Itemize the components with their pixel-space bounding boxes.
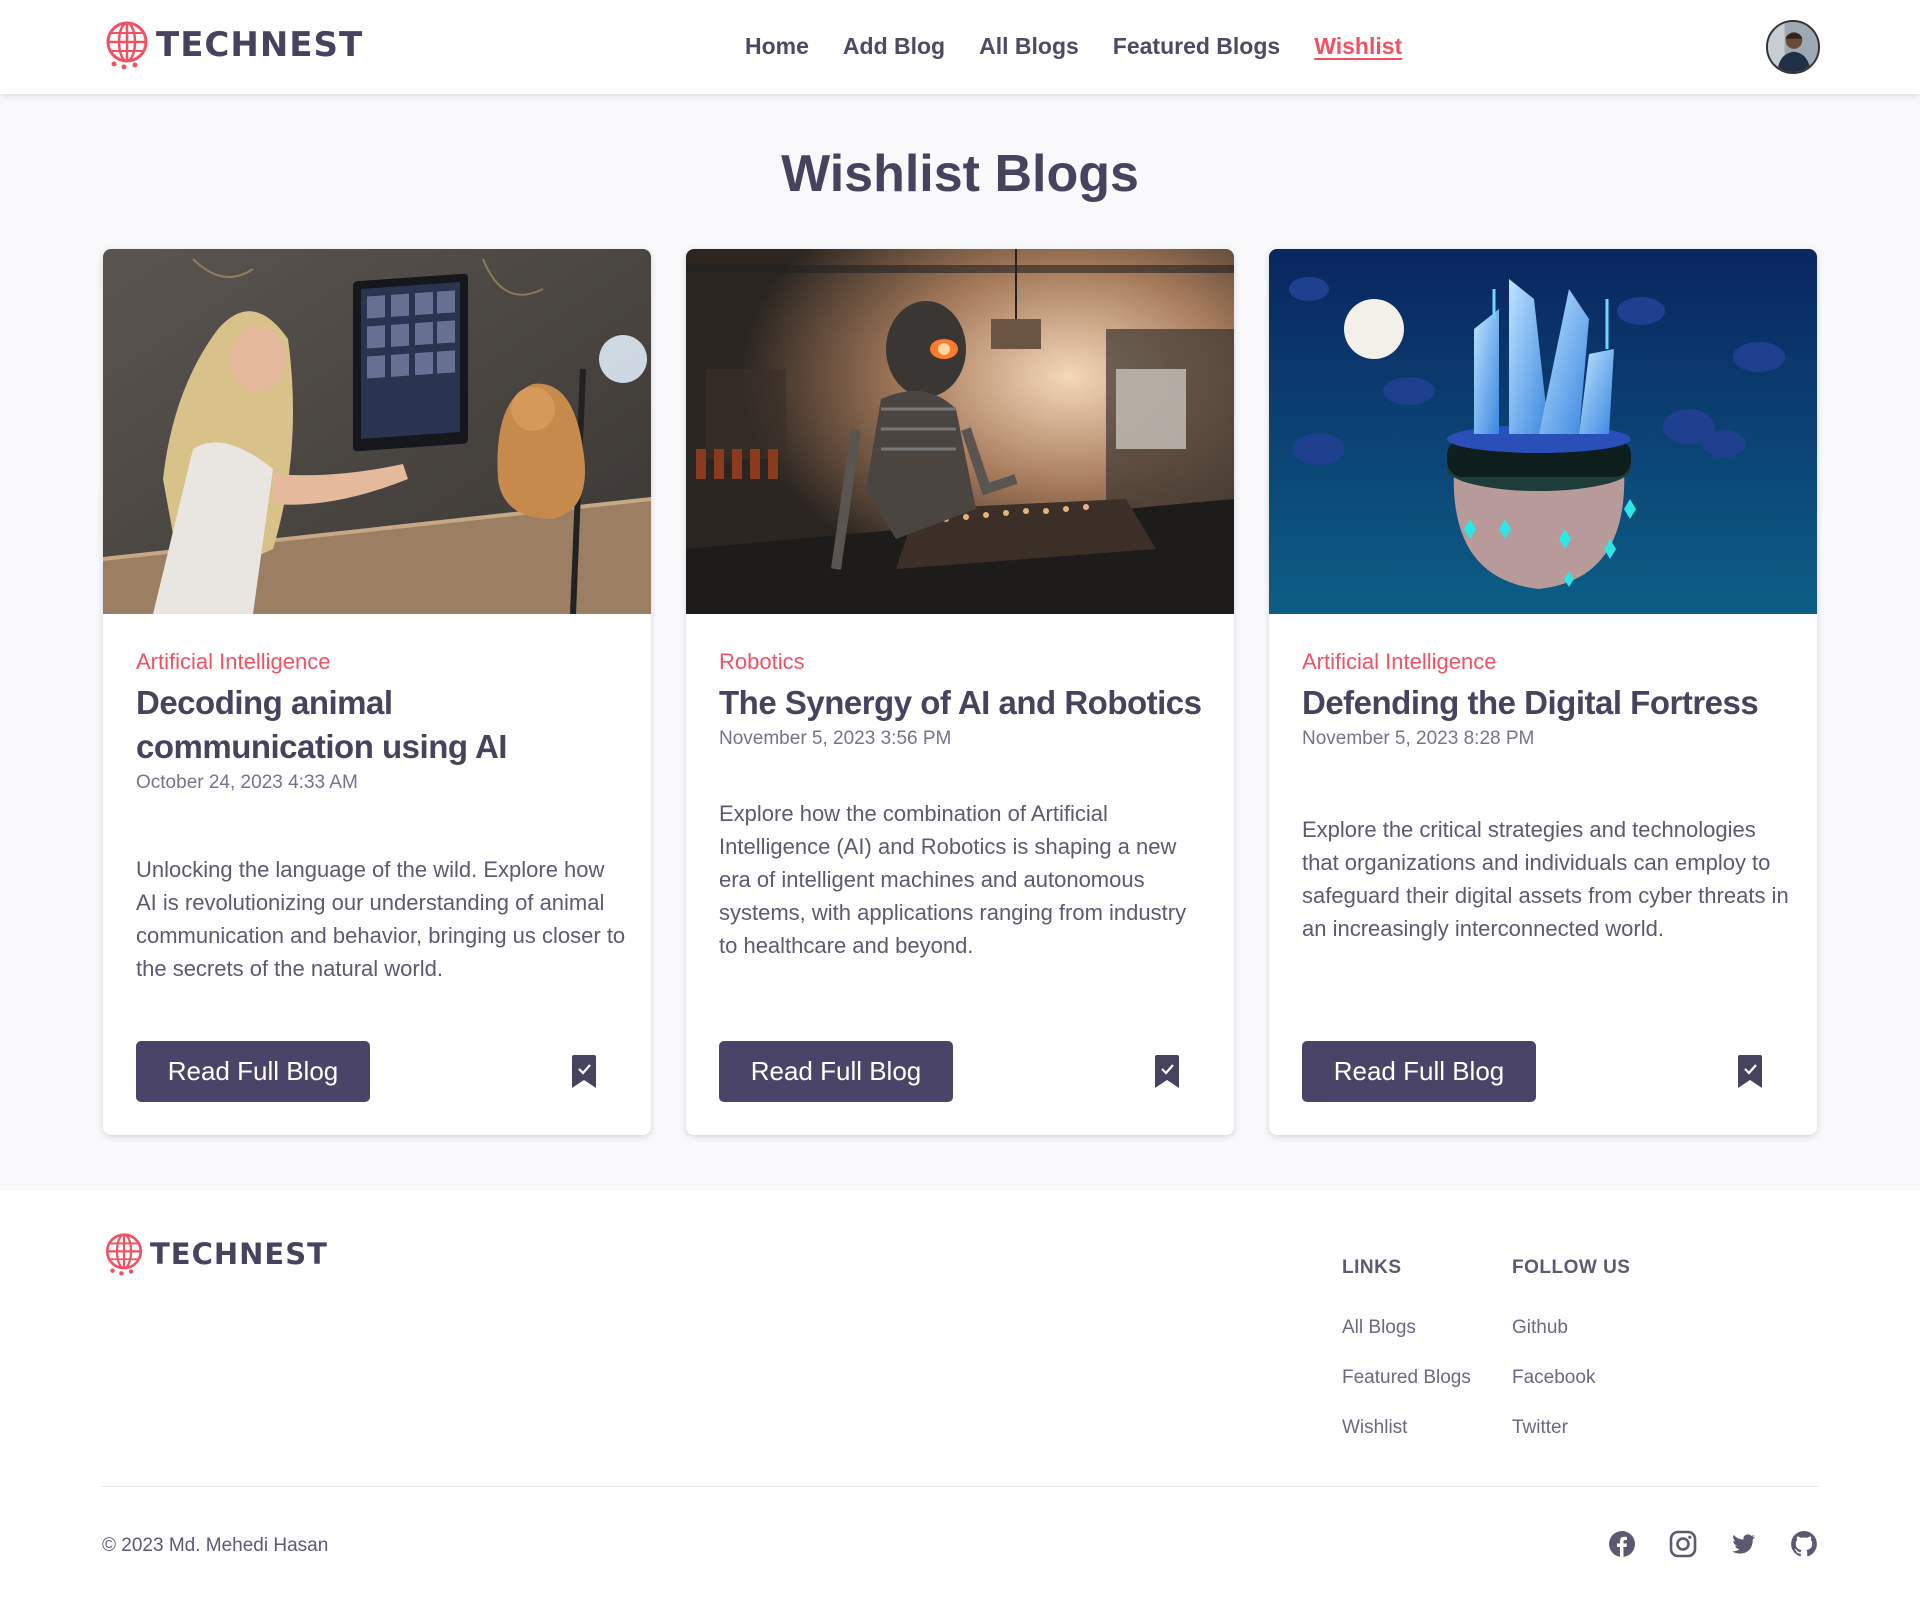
card-date: November 5, 2023 3:56 PM <box>719 728 952 749</box>
copyright-text: © 2023 Md. Mehedi Hasan <box>102 1535 329 1556</box>
twitter-icon[interactable] <box>1728 1529 1758 1559</box>
blog-card: Artificial Intelligence Decoding animal … <box>103 249 651 1135</box>
brand-logo[interactable]: TECHNEST <box>102 20 363 70</box>
brand-name: TECHNEST <box>150 1237 328 1271</box>
read-full-blog-button[interactable]: Read Full Blog <box>136 1041 370 1102</box>
instagram-icon[interactable] <box>1668 1529 1698 1559</box>
card-date: November 5, 2023 8:28 PM <box>1302 728 1535 749</box>
nav-add-blog[interactable]: Add Blog <box>843 32 945 60</box>
bookmark-check-icon[interactable] <box>571 1055 597 1089</box>
user-avatar-icon <box>1768 22 1818 72</box>
footer-divider <box>102 1486 1818 1487</box>
navbar: TECHNEST Home Add Blog All Blogs Feature… <box>0 0 1920 94</box>
main-nav: Home Add Blog All Blogs Featured Blogs W… <box>745 32 1402 60</box>
globe-logo-icon <box>105 1233 143 1276</box>
card-date: October 24, 2023 4:33 AM <box>136 772 358 793</box>
bookmark-check-icon[interactable] <box>1737 1055 1763 1089</box>
footer-link-twitter[interactable]: Twitter <box>1512 1416 1630 1440</box>
card-excerpt: Explore how the combination of Artificia… <box>719 801 1187 958</box>
footer-link-featured-blogs[interactable]: Featured Blogs <box>1342 1366 1471 1390</box>
footer-links-heading: LINKS <box>1342 1257 1402 1278</box>
blog-thumbnail-image[interactable] <box>1269 249 1817 614</box>
footer-follow-column: FOLLOW US Github Facebook Twitter <box>1512 1256 1630 1440</box>
card-excerpt: Unlocking the language of the wild. Expl… <box>136 857 626 981</box>
card-excerpt: Explore the critical strategies and tech… <box>1302 817 1789 941</box>
avatar[interactable] <box>1766 20 1820 74</box>
footer: TECHNEST LINKS All Blogs Featured Blogs … <box>0 1190 1920 1604</box>
read-full-blog-button[interactable]: Read Full Blog <box>719 1041 953 1102</box>
page-title: Wishlist Blogs <box>781 145 1139 203</box>
card-title[interactable]: Defending the Digital Fortress <box>1302 681 1792 725</box>
nav-featured-blogs[interactable]: Featured Blogs <box>1113 32 1280 60</box>
footer-follow-heading: FOLLOW US <box>1512 1257 1631 1278</box>
card-title[interactable]: The Synergy of AI and Robotics <box>719 681 1209 725</box>
footer-links-column: LINKS All Blogs Featured Blogs Wishlist <box>1342 1256 1471 1440</box>
nav-all-blogs[interactable]: All Blogs <box>979 32 1079 60</box>
facebook-icon[interactable] <box>1607 1529 1637 1559</box>
brand-name: TECHNEST <box>156 25 364 65</box>
nav-home[interactable]: Home <box>745 32 809 60</box>
footer-brand-logo[interactable]: TECHNEST <box>102 1232 328 1276</box>
blog-card: Robotics The Synergy of AI and Robotics … <box>686 249 1234 1135</box>
card-category[interactable]: Robotics <box>719 647 1209 677</box>
blog-thumbnail-image[interactable] <box>686 249 1234 614</box>
card-category[interactable]: Artificial Intelligence <box>136 647 626 677</box>
blog-thumbnail-image[interactable] <box>103 249 651 614</box>
footer-link-github[interactable]: Github <box>1512 1316 1630 1340</box>
card-body: Artificial Intelligence Defending the Di… <box>1302 647 1792 751</box>
card-body: Artificial Intelligence Decoding animal … <box>136 647 626 795</box>
footer-link-wishlist[interactable]: Wishlist <box>1342 1416 1471 1440</box>
bookmark-check-icon[interactable] <box>1154 1055 1180 1089</box>
globe-logo-icon <box>106 21 148 70</box>
footer-link-facebook[interactable]: Facebook <box>1512 1366 1630 1390</box>
card-title[interactable]: Decoding animal communication using AI <box>136 681 626 769</box>
github-icon[interactable] <box>1789 1529 1819 1559</box>
read-full-blog-button[interactable]: Read Full Blog <box>1302 1041 1536 1102</box>
card-category[interactable]: Artificial Intelligence <box>1302 647 1792 677</box>
blog-card: Artificial Intelligence Defending the Di… <box>1269 249 1817 1135</box>
nav-wishlist[interactable]: Wishlist <box>1314 32 1402 60</box>
footer-link-all-blogs[interactable]: All Blogs <box>1342 1316 1471 1340</box>
card-body: Robotics The Synergy of AI and Robotics … <box>719 647 1209 751</box>
